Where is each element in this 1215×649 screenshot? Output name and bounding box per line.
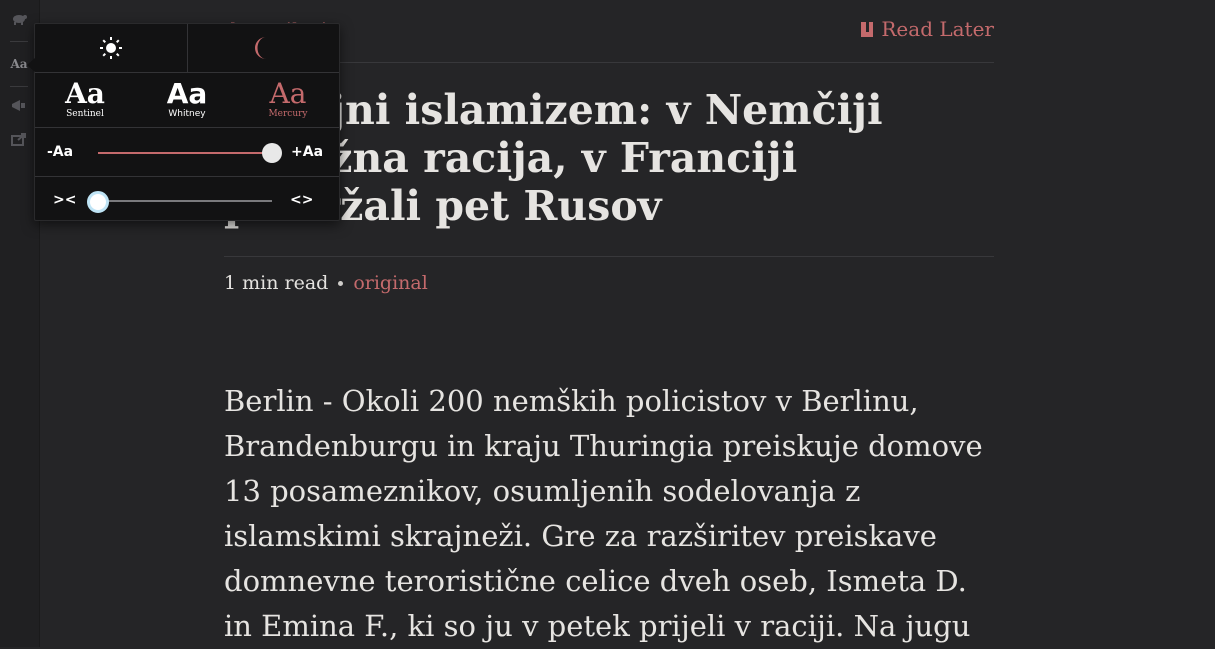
read-later-button[interactable]: Read Later — [861, 17, 994, 41]
font-option-mercury[interactable]: Aa Mercury — [243, 77, 333, 120]
read-later-label: Read Later — [881, 17, 994, 41]
font-sample: Aa — [65, 77, 105, 110]
sidebar-divider — [10, 41, 28, 42]
separator-dot — [338, 280, 344, 286]
share-icon[interactable] — [9, 131, 29, 147]
article-body: Berlin - Okoli 200 nemških policistov v … — [224, 384, 983, 643]
sun-icon — [99, 37, 122, 59]
title-divider — [224, 256, 994, 257]
font-name: Sentinel — [66, 109, 104, 119]
font-option-sentinel[interactable]: Aa Sentinel — [40, 77, 130, 120]
text-width-slider-handle[interactable] — [87, 191, 109, 213]
text-width-max-label: <> — [290, 192, 314, 208]
read-time: 1 min read — [224, 272, 329, 294]
bookmark-icon — [861, 21, 874, 37]
font-size-slider-handle[interactable] — [262, 143, 282, 163]
font-size-slider-fill — [98, 152, 272, 154]
reader-settings-popover: Aa Sentinel Aa Whitney Aa Mercury -Aa +A… — [27, 23, 340, 224]
font-size-control: -Aa +Aa — [35, 128, 339, 177]
font-sample: Aa — [166, 77, 208, 110]
font-size-max-label: +Aa — [291, 144, 324, 160]
dark-theme-button[interactable] — [186, 24, 340, 72]
text-width-slider[interactable] — [87, 191, 272, 213]
megaphone-icon[interactable] — [9, 98, 29, 114]
original-link[interactable]: original — [353, 272, 427, 294]
font-selector: Aa Sentinel Aa Whitney Aa Mercury — [35, 73, 339, 128]
theme-selector — [35, 24, 339, 73]
font-name: Mercury — [268, 109, 308, 119]
article-meta: 1 min read original — [224, 272, 428, 294]
font-size-slider[interactable] — [98, 143, 282, 163]
turtle-icon[interactable] — [9, 10, 29, 26]
font-name: Whitney — [168, 109, 206, 119]
sidebar-divider — [10, 86, 28, 87]
font-sample: Aa — [269, 77, 307, 110]
text-width-min-label: >< — [53, 192, 77, 208]
text-width-control: >< <> — [35, 176, 339, 224]
font-size-min-label: -Aa — [47, 144, 74, 160]
font-settings-icon[interactable]: Aa — [9, 56, 29, 72]
light-theme-button[interactable] — [35, 24, 187, 72]
moon-icon — [255, 37, 267, 59]
font-option-whitney[interactable]: Aa Whitney — [142, 77, 232, 120]
